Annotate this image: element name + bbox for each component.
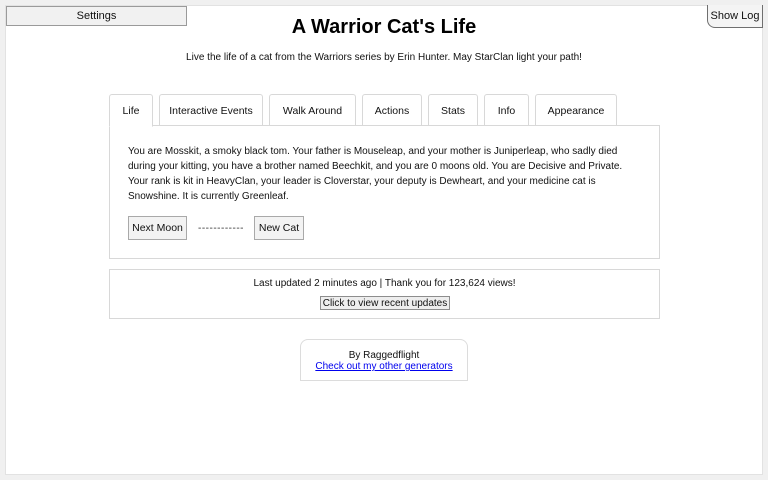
tab-appearance[interactable]: Appearance <box>535 94 617 126</box>
view-updates-button[interactable]: Click to view recent updates <box>320 296 450 310</box>
updates-box: Last updated 2 minutes ago | Thank you f… <box>109 269 660 319</box>
tab-stats[interactable]: Stats <box>428 94 478 126</box>
tab-info[interactable]: Info <box>484 94 529 126</box>
author-credit: By Raggedflight <box>348 350 420 361</box>
page-subtitle: Live the life of a cat from the Warriors… <box>186 52 582 63</box>
new-cat-button[interactable]: New Cat <box>254 216 304 240</box>
tab-interactive-events[interactable]: Interactive Events <box>159 94 263 126</box>
other-generators-link[interactable]: Check out my other generators <box>301 361 467 372</box>
tab-actions[interactable]: Actions <box>362 94 422 126</box>
next-moon-button[interactable]: Next Moon <box>128 216 187 240</box>
page-title: A Warrior Cat's Life <box>291 16 477 38</box>
tab-walk-around[interactable]: Walk Around <box>269 94 356 126</box>
tab-bar: Life Interactive Events Walk Around Acti… <box>109 94 623 127</box>
last-updated-text: Last updated 2 minutes ago | Thank you f… <box>253 278 516 289</box>
credit-box: By Raggedflight Check out my other gener… <box>300 339 468 381</box>
life-story-text: You are Mosskit, a smoky black tom. Your… <box>128 146 623 202</box>
button-separator: ------------ <box>198 222 244 234</box>
tab-life[interactable]: Life <box>109 94 153 127</box>
life-panel: You are Mosskit, a smoky black tom. Your… <box>109 125 660 259</box>
